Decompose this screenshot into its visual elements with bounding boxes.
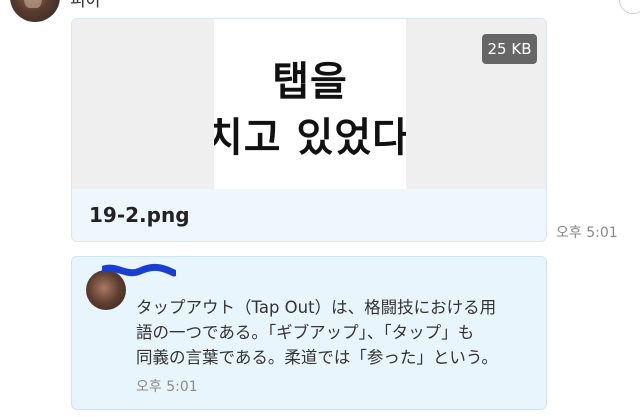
scroll-indicator — [619, 0, 640, 14]
sender-name: 피아 — [70, 0, 102, 11]
card-text-line: 語の一つである。「ギブアップ」、「タップ」も — [136, 323, 475, 342]
card-timestamp: 오후 5:01 — [136, 379, 198, 395]
file-name[interactable]: 19-2.png — [89, 203, 190, 227]
card-text-line: タップアウト（Tap Out）は、格闘技における用 — [136, 298, 497, 317]
file-message-bubble[interactable]: 탭을 치고 있었다 25 KB 19-2.png — [71, 18, 547, 242]
file-size-badge: 25 KB — [482, 34, 537, 64]
image-preview[interactable]: 탭을 치고 있었다 25 KB — [72, 19, 546, 189]
preview-text-line2: 치고 있었다 — [214, 115, 406, 161]
preview-image: 탭을 치고 있었다 — [214, 19, 406, 189]
message-timestamp: 오후 5:01 — [556, 225, 618, 241]
preview-text-line1: 탭을 — [272, 59, 348, 105]
sender-avatar[interactable] — [10, 0, 60, 22]
redaction-scribble — [102, 263, 176, 277]
card-text-line: 同義の言葉である。柔道では「参った」という。 — [136, 348, 498, 367]
card-message-text: タップアウト（Tap Out）は、格闘技における用 語の一つである。「ギブアップ… — [136, 295, 536, 370]
quoted-message-card[interactable]: タップアウト（Tap Out）は、格闘技における用 語の一つである。「ギブアップ… — [71, 256, 547, 410]
